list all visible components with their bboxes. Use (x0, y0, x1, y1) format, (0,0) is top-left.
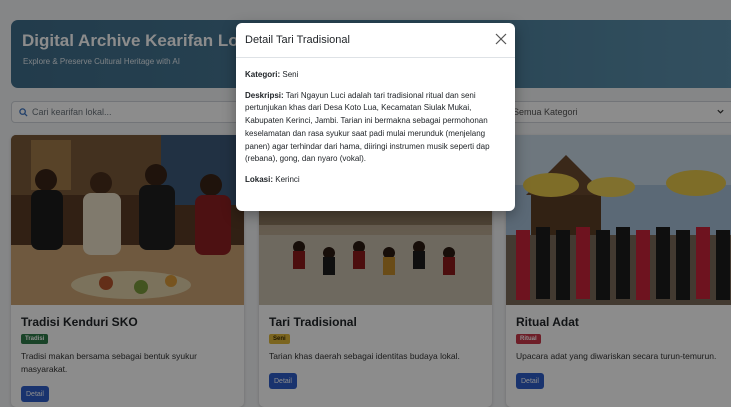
kategori-label: Kategori: (245, 70, 281, 79)
close-button[interactable] (494, 33, 508, 47)
lokasi-row: Lokasi: Kerinci (245, 174, 508, 187)
modal-title: Detail Tari Tradisional (245, 34, 350, 46)
detail-modal: Detail Tari Tradisional Kategori: Seni D… (236, 23, 515, 211)
lokasi-value: Kerinci (275, 174, 300, 184)
kategori-value: Seni (282, 70, 299, 79)
modal-header: Detail Tari Tradisional (236, 23, 515, 58)
modal-body: Kategori: Seni Deskripsi: Tari Ngayun Lu… (245, 69, 508, 195)
kategori-row: Kategori: Seni (245, 69, 508, 82)
deskripsi-row: Deskripsi: Tari Ngayun Luci adalah tari … (245, 90, 508, 166)
lokasi-label: Lokasi: (245, 174, 274, 184)
deskripsi-label: Deskripsi: (245, 90, 284, 100)
deskripsi-value: Tari Ngayun Luci adalah tari tradisional… (245, 90, 490, 164)
close-icon (495, 33, 507, 45)
page: Digital Archive Kearifan Lokal Explore &… (0, 0, 731, 407)
